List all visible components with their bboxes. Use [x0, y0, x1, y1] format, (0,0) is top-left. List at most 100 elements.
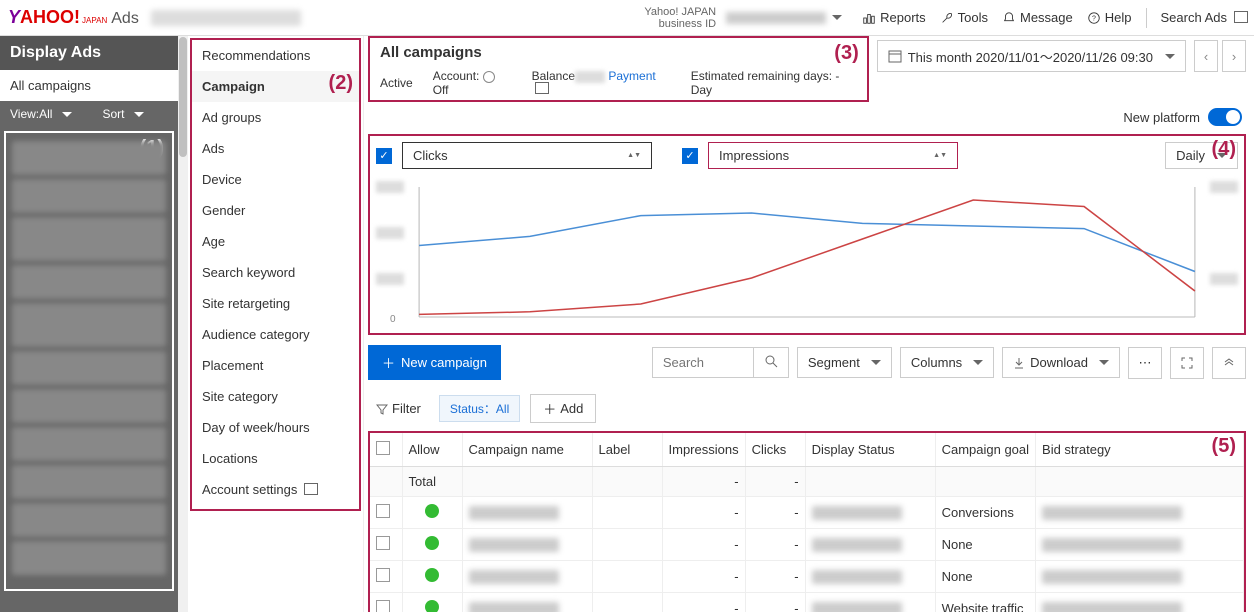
- dots-icon: ⋯: [1139, 355, 1152, 371]
- col-label[interactable]: Label: [592, 433, 662, 467]
- date-next[interactable]: ›: [1222, 40, 1246, 72]
- expand-icon: [1180, 356, 1194, 370]
- search-button[interactable]: [753, 348, 788, 377]
- row-checkbox[interactable]: [376, 504, 390, 518]
- account-toggle[interactable]: Account: Off: [433, 69, 512, 97]
- status-dot-icon: [425, 504, 439, 518]
- nav-item[interactable]: Locations: [192, 443, 359, 474]
- impressions-cell: -: [662, 561, 745, 593]
- fullscreen-button[interactable]: [1170, 347, 1204, 379]
- nav-item[interactable]: Ad groups: [192, 102, 359, 133]
- annotation-2: (2): [329, 72, 353, 95]
- nav-item[interactable]: Search keyword: [192, 257, 359, 288]
- tools-link[interactable]: Tools: [940, 10, 988, 25]
- date-prev[interactable]: ‹: [1194, 40, 1218, 72]
- row-checkbox[interactable]: [376, 568, 390, 582]
- collapse-button[interactable]: [1212, 347, 1246, 379]
- balance: Balance Payment: [532, 69, 671, 97]
- bell-icon: [1002, 11, 1016, 25]
- row-checkbox[interactable]: [376, 600, 390, 612]
- message-link[interactable]: Message: [1002, 10, 1073, 25]
- list-item[interactable]: [12, 179, 166, 213]
- nav-item[interactable]: Placement: [192, 350, 359, 381]
- platform-label: New platform: [1123, 110, 1200, 125]
- nav-item[interactable]: Gender: [192, 195, 359, 226]
- view-dropdown[interactable]: View:All: [10, 107, 72, 121]
- sidebar-active-item[interactable]: All campaigns: [0, 70, 178, 101]
- status-filter-chip[interactable]: Status：All: [439, 395, 520, 422]
- nav-item[interactable]: Day of week/hours: [192, 412, 359, 443]
- list-item[interactable]: [12, 389, 166, 423]
- platform-toggle[interactable]: [1208, 108, 1242, 126]
- goal-cell: Conversions: [935, 497, 1035, 529]
- filter-button[interactable]: Filter: [368, 397, 429, 420]
- new-campaign-button[interactable]: ＋ New campaign: [368, 345, 501, 380]
- goal-cell: None: [935, 561, 1035, 593]
- account-name-blur: [151, 10, 301, 26]
- campaign-name-blur[interactable]: [469, 602, 559, 612]
- scrollbar[interactable]: [178, 36, 188, 612]
- status-dot-icon: [425, 536, 439, 550]
- metric1-select[interactable]: Clicks▲▼: [402, 142, 652, 169]
- search-ads-link[interactable]: Search Ads: [1161, 10, 1247, 25]
- segment-dropdown[interactable]: Segment: [797, 347, 892, 378]
- metric1-checkbox[interactable]: ✓: [376, 148, 392, 164]
- list-item[interactable]: [12, 351, 166, 385]
- select-all-checkbox[interactable]: [376, 441, 390, 455]
- logo[interactable]: YAHOO! JAPAN Ads: [8, 7, 139, 28]
- nav-item[interactable]: Audience category: [192, 319, 359, 350]
- calendar-icon: [888, 49, 902, 63]
- list-item[interactable]: [12, 217, 166, 261]
- col-allow[interactable]: Allow: [402, 433, 462, 467]
- list-item[interactable]: [12, 503, 166, 537]
- row-checkbox[interactable]: [376, 536, 390, 550]
- header: YAHOO! JAPAN Ads Yahoo! JAPAN business I…: [0, 0, 1254, 36]
- wrench-icon: [940, 11, 954, 25]
- business-id[interactable]: Yahoo! JAPAN business ID: [644, 6, 842, 30]
- search-input[interactable]: [653, 348, 753, 377]
- nav-item[interactable]: Site category: [192, 381, 359, 412]
- campaign-name-blur[interactable]: [469, 538, 559, 552]
- display-status-blur: [812, 570, 902, 584]
- status-active: Active: [380, 76, 413, 90]
- payment-link[interactable]: Payment: [608, 69, 655, 83]
- campaigns-table: (5) Allow Campaign name Label Impression…: [368, 431, 1246, 612]
- download-dropdown[interactable]: Download: [1002, 347, 1120, 378]
- col-name[interactable]: Campaign name: [462, 433, 592, 467]
- nav-item[interactable]: Device: [192, 164, 359, 195]
- columns-dropdown[interactable]: Columns: [900, 347, 994, 378]
- summary-panel: (3) All campaigns Active Account: Off Ba…: [368, 36, 869, 102]
- bid-blur: [1042, 570, 1182, 584]
- annotation-5: (5): [1212, 435, 1236, 458]
- clicks-cell: -: [745, 593, 805, 612]
- col-goal[interactable]: Campaign goal: [935, 433, 1035, 467]
- col-clicks[interactable]: Clicks: [745, 433, 805, 467]
- nav-item[interactable]: Age: [192, 226, 359, 257]
- add-filter-button[interactable]: ＋Add: [530, 394, 596, 423]
- list-item[interactable]: [12, 141, 166, 175]
- col-impressions[interactable]: Impressions: [662, 433, 745, 467]
- reports-link[interactable]: Reports: [862, 10, 926, 25]
- list-item[interactable]: [12, 465, 166, 499]
- annotation-3: (3): [834, 42, 858, 65]
- table-row: --None: [370, 561, 1244, 593]
- nav-item[interactable]: Account settings: [192, 474, 359, 505]
- bid-blur: [1042, 506, 1182, 520]
- nav-item[interactable]: Recommendations: [192, 40, 359, 71]
- list-item[interactable]: [12, 427, 166, 461]
- annotation-4: (4): [1212, 138, 1236, 161]
- metric2-select[interactable]: Impressions▲▼: [708, 142, 958, 169]
- help-link[interactable]: ? Help: [1087, 10, 1132, 25]
- list-item[interactable]: [12, 541, 166, 575]
- sort-dropdown[interactable]: Sort: [102, 107, 144, 121]
- list-item[interactable]: [12, 265, 166, 299]
- nav-item[interactable]: Site retargeting: [192, 288, 359, 319]
- campaign-name-blur[interactable]: [469, 506, 559, 520]
- nav-item[interactable]: Ads: [192, 133, 359, 164]
- col-display-status[interactable]: Display Status: [805, 433, 935, 467]
- campaign-name-blur[interactable]: [469, 570, 559, 584]
- list-item[interactable]: [12, 303, 166, 347]
- date-range-picker[interactable]: This month 2020/11/01～2020/11/26 09:30: [877, 40, 1186, 72]
- metric2-checkbox[interactable]: ✓: [682, 148, 698, 164]
- more-button[interactable]: ⋯: [1128, 347, 1162, 379]
